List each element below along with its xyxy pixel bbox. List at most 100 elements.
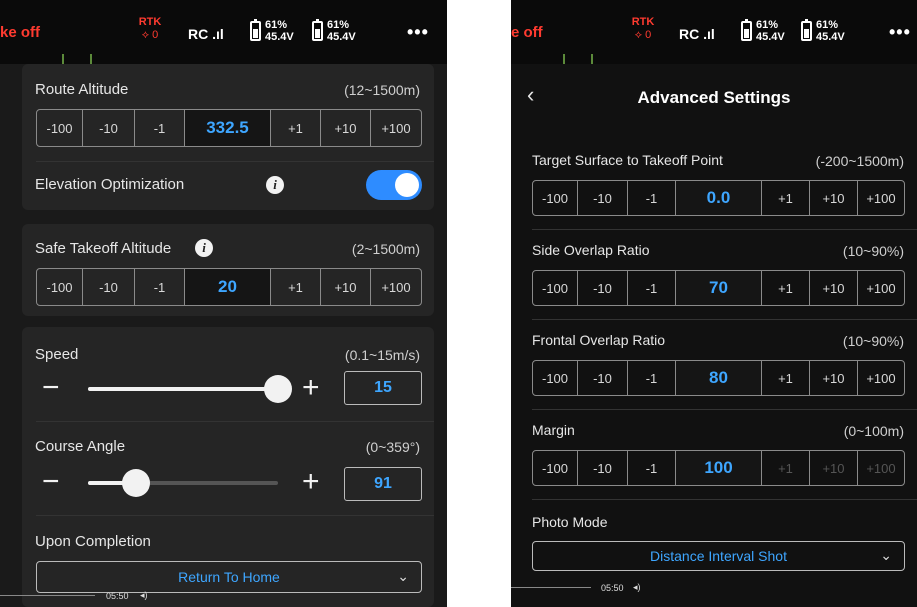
more-menu-icon[interactable]: •••	[407, 22, 429, 43]
step-plus-100[interactable]: +100	[858, 361, 904, 395]
safe-takeoff-stepper: -100 -10 -1 20 +1 +10 +100	[36, 268, 422, 306]
course-angle-slider-thumb[interactable]	[121, 469, 150, 497]
step-minus-100[interactable]: -100	[533, 181, 578, 215]
frontal-overlap-range: (10~90%)	[842, 333, 904, 349]
speed-slider[interactable]	[88, 375, 292, 403]
battery-1[interactable]: 61% 45.4V	[250, 19, 294, 43]
satellite-icon: ⟡	[634, 29, 643, 41]
course-angle-value-input[interactable]: 91	[344, 467, 422, 501]
rtk-count: 0	[645, 29, 652, 41]
step-plus-10[interactable]: +10	[810, 181, 858, 215]
margin-label: Margin	[532, 422, 575, 438]
step-plus-100[interactable]: +100	[371, 110, 421, 146]
video-progress-track	[0, 595, 95, 596]
speed-decrease-button[interactable]: −	[42, 373, 60, 403]
step-minus-100[interactable]: -100	[37, 110, 83, 146]
divider	[532, 409, 917, 410]
frontal-overlap-label: Frontal Overlap Ratio	[532, 332, 666, 348]
step-plus-10[interactable]: +10	[321, 269, 371, 305]
side-overlap-range: (10~90%)	[842, 243, 904, 259]
step-plus-1[interactable]: +1	[762, 181, 810, 215]
step-plus-10: +10	[810, 451, 858, 485]
step-minus-100[interactable]: -100	[533, 361, 578, 395]
battery-2-voltage: 45.4V	[816, 31, 845, 43]
safe-takeoff-range: (2~1500m)	[351, 241, 420, 257]
photo-mode-value: Distance Interval Shot	[650, 548, 787, 564]
step-minus-10[interactable]: -10	[578, 451, 628, 485]
step-minus-10[interactable]: -10	[578, 361, 628, 395]
course-angle-decrease-button[interactable]: −	[42, 467, 60, 497]
safe-takeoff-value[interactable]: 20	[185, 269, 271, 305]
right-screen: e off RTK ⟡ 0 RC .ıl 61% 45.4V 61% 45.4V •…	[511, 0, 917, 607]
route-altitude-value[interactable]: 332.5	[185, 110, 271, 146]
step-plus-100[interactable]: +100	[858, 271, 904, 305]
takeoff-button[interactable]: e off	[511, 24, 543, 41]
course-angle-slider[interactable]	[88, 469, 278, 497]
step-plus-10[interactable]: +10	[810, 271, 858, 305]
route-altitude-range: (12~1500m)	[344, 82, 420, 98]
step-minus-10[interactable]: -10	[83, 110, 135, 146]
step-minus-1[interactable]: -1	[135, 110, 185, 146]
video-time: 05:50	[601, 583, 624, 593]
volume-icon[interactable]: ◂)	[140, 590, 148, 601]
battery-2[interactable]: 61% 45.4V	[312, 19, 356, 43]
target-surface-value[interactable]: 0.0	[676, 181, 762, 215]
toggle-knob	[395, 173, 419, 197]
rtk-status[interactable]: RTK ⟡ 0	[623, 16, 663, 42]
step-minus-100[interactable]: -100	[37, 269, 83, 305]
course-angle-increase-button[interactable]: +	[302, 467, 320, 497]
step-minus-10[interactable]: -10	[578, 271, 628, 305]
route-altitude-label: Route Altitude	[35, 81, 129, 98]
video-progress[interactable]: 05:50 ◂)	[511, 579, 661, 599]
battery-2-percent: 61%	[816, 19, 839, 31]
more-menu-icon[interactable]: •••	[889, 22, 911, 43]
step-plus-1[interactable]: +1	[762, 361, 810, 395]
rtk-status[interactable]: RTK ⟡ 0	[130, 16, 170, 42]
rc-label: RC	[679, 26, 700, 42]
step-minus-1[interactable]: -1	[628, 181, 676, 215]
step-minus-1[interactable]: -1	[628, 451, 676, 485]
volume-icon[interactable]: ◂)	[633, 582, 641, 593]
video-progress[interactable]: 05:50 ◂)	[0, 587, 160, 607]
step-minus-100[interactable]: -100	[533, 451, 578, 485]
side-overlap-stepper: -100 -10 -1 70 +1 +10 +100	[532, 270, 905, 306]
speed-slider-thumb[interactable]	[264, 375, 292, 403]
step-plus-100: +100	[866, 460, 896, 476]
step-minus-1[interactable]: -1	[628, 361, 676, 395]
target-surface-stepper: -100 -10 -1 0.0 +1 +10 +100	[532, 180, 905, 216]
battery-1[interactable]: 61% 45.4V	[741, 19, 785, 43]
step-plus-100[interactable]: +100	[858, 181, 904, 215]
side-overlap-value[interactable]: 70	[676, 271, 762, 305]
elevation-optimization-toggle[interactable]	[366, 170, 422, 200]
divider	[532, 499, 917, 500]
step-plus-1[interactable]: +1	[762, 271, 810, 305]
rc-signal[interactable]: RC .ıl	[188, 26, 224, 42]
speed-value-input[interactable]: 15	[344, 371, 422, 405]
battery-2-percent: 61%	[327, 19, 350, 31]
frontal-overlap-value[interactable]: 80	[676, 361, 762, 395]
step-plus-1[interactable]: +1	[271, 110, 321, 146]
photo-mode-select[interactable]: Distance Interval Shot ⌄	[532, 541, 905, 571]
step-plus-10[interactable]: +10	[810, 361, 858, 395]
takeoff-button[interactable]: ke off	[0, 24, 40, 41]
margin-value[interactable]: 100	[676, 451, 762, 485]
step-minus-100[interactable]: -100	[533, 271, 578, 305]
rc-label: RC	[188, 26, 209, 42]
rc-signal[interactable]: RC .ıl	[679, 26, 715, 42]
chevron-down-icon: ⌄	[880, 547, 892, 563]
flight-params-card: Speed (0.1~15m/s) − + 15 Course Angle (0…	[22, 327, 434, 607]
divider	[36, 515, 434, 516]
status-bar: ke off RTK ⟡ 0 RC .ıl 61% 45.4V 61% 45.4V …	[0, 0, 447, 64]
step-minus-10[interactable]: -10	[578, 181, 628, 215]
step-plus-100[interactable]: +100	[371, 269, 421, 305]
step-minus-1[interactable]: -1	[628, 271, 676, 305]
step-plus-1[interactable]: +1	[271, 269, 321, 305]
info-icon[interactable]: i	[195, 239, 213, 257]
speed-increase-button[interactable]: +	[302, 373, 320, 403]
info-icon[interactable]: i	[266, 176, 284, 194]
step-plus-10[interactable]: +10	[321, 110, 371, 146]
step-minus-10[interactable]: -10	[83, 269, 135, 305]
battery-2[interactable]: 61% 45.4V	[801, 19, 845, 43]
step-minus-1[interactable]: -1	[135, 269, 185, 305]
battery-icon	[250, 19, 261, 41]
